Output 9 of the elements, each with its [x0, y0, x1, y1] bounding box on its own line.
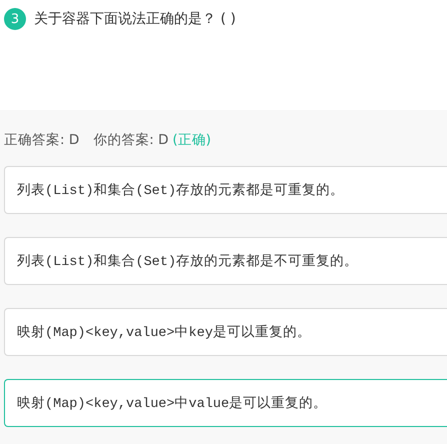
question-number-badge: 3 — [4, 8, 26, 30]
question-text: 关于容器下面说法正确的是？ ( ) — [34, 10, 236, 29]
answer-option[interactable]: 列表(List)和集合(Set)存放的元素都是不可重复的。 — [4, 237, 447, 285]
answer-verdict: (正确) — [172, 131, 212, 149]
answer-option[interactable]: 列表(List)和集合(Set)存放的元素都是可重复的。 — [4, 166, 447, 214]
your-answer-label: 你的答案: D — [93, 131, 168, 149]
answer-option[interactable]: 映射(Map)<key,value>中value是可以重复的。 — [4, 379, 447, 427]
answer-option[interactable]: 映射(Map)<key,value>中key是可以重复的。 — [4, 308, 447, 356]
correct-answer-label: 正确答案: D — [4, 131, 80, 149]
